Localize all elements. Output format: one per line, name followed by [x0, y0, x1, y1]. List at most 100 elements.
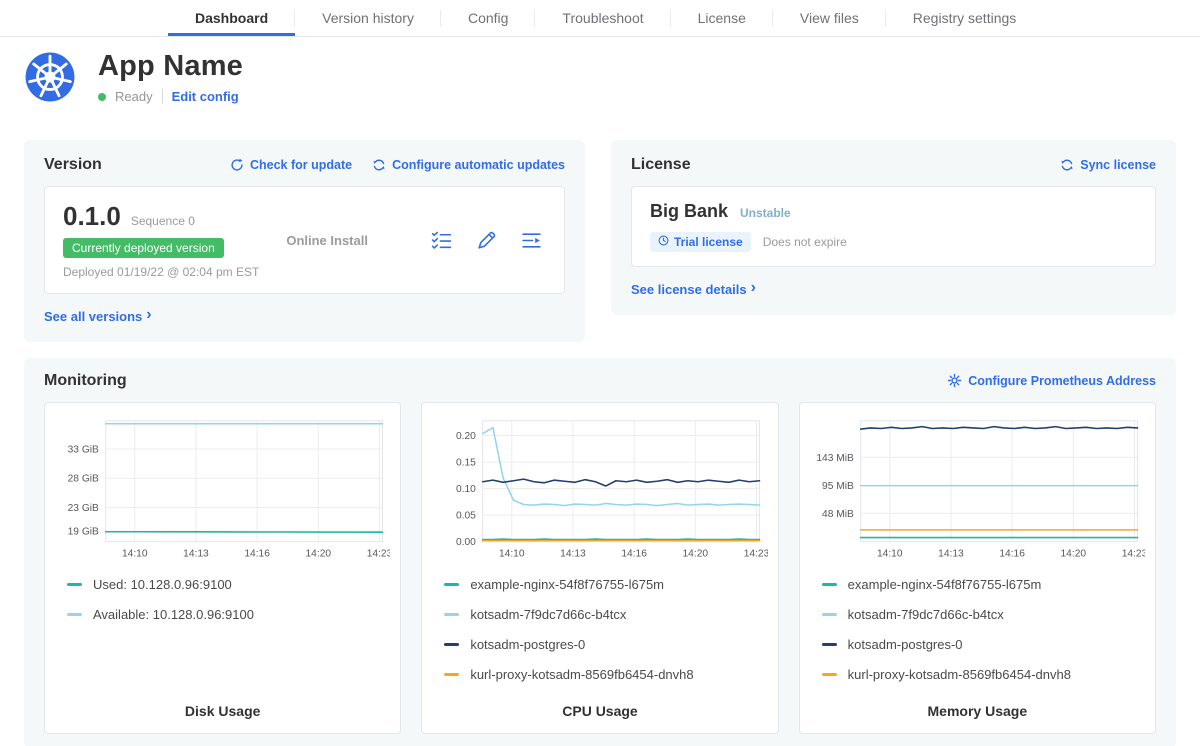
legend-item: kotsadm-postgres-0: [822, 637, 1145, 652]
app-header: App Name Ready Edit config: [0, 37, 1200, 116]
tab-license[interactable]: License: [671, 0, 773, 36]
legend-label: Used: 10.128.0.96:9100: [93, 577, 232, 592]
legend-label: kurl-proxy-kotsadm-8569fb6454-dnvh8: [470, 667, 693, 682]
svg-text:14:20: 14:20: [683, 548, 709, 559]
svg-text:28 GiB: 28 GiB: [68, 474, 99, 485]
legend-swatch-icon: [67, 583, 82, 586]
license-name: Big Bank: [650, 201, 728, 222]
license-card: License Sync license: [611, 140, 1176, 315]
tab-config[interactable]: Config: [441, 0, 535, 36]
legend-item: Available: 10.128.0.96:9100: [67, 607, 390, 622]
svg-text:0.00: 0.00: [456, 537, 476, 548]
svg-text:23 GiB: 23 GiB: [68, 503, 99, 514]
legend-swatch-icon: [67, 613, 82, 616]
svg-text:14:16: 14:16: [244, 548, 270, 559]
svg-text:14:20: 14:20: [1060, 548, 1086, 559]
legend-swatch-icon: [444, 583, 459, 586]
svg-text:143 MiB: 143 MiB: [816, 453, 854, 464]
page-title: App Name: [98, 50, 243, 83]
license-channel: Unstable: [740, 206, 791, 220]
tab-registry-settings[interactable]: Registry settings: [886, 0, 1043, 36]
svg-text:14:10: 14:10: [499, 548, 525, 559]
svg-text:0.20: 0.20: [456, 431, 476, 442]
license-card-title: License: [631, 156, 691, 174]
license-panel: Big Bank Unstable Trial license Does n: [631, 186, 1156, 267]
sync-license-link[interactable]: Sync license: [1060, 158, 1156, 172]
memory-usage-chart-card: 14:10 14:13 14:16 14:20 14:23 48 MiB 95 MiB 143…: [799, 402, 1156, 734]
legend-item: kotsadm-postgres-0: [444, 637, 767, 652]
version-actions: [431, 230, 546, 251]
legend-label: kotsadm-7f9dc7d66c-b4tcx: [848, 607, 1004, 622]
app-title-block: App Name Ready Edit config: [98, 50, 243, 104]
deployed-badge: Currently deployed version: [63, 238, 224, 258]
summary-cards-row: Version Check for update: [24, 140, 1176, 342]
legend-swatch-icon: [822, 643, 837, 646]
svg-text:14:10: 14:10: [877, 548, 903, 559]
svg-text:14:23: 14:23: [367, 548, 391, 559]
svg-text:14:16: 14:16: [999, 548, 1025, 559]
tab-dashboard[interactable]: Dashboard: [168, 0, 295, 36]
cpu-usage-chart-card: 14:1014:1314:1614:2014:230.000.050.100.1…: [421, 402, 778, 734]
legend-label: kurl-proxy-kotsadm-8569fb6454-dnvh8: [848, 667, 1071, 682]
svg-text:14:13: 14:13: [560, 548, 586, 559]
cpu-usage-chart: 14:1014:1314:1614:2014:230.000.050.100.1…: [432, 413, 767, 567]
legend-label: kotsadm-postgres-0: [470, 637, 585, 652]
disk-usage-legend: Used: 10.128.0.96:9100 Available: 10.128.…: [55, 577, 390, 622]
svg-text:19 GiB: 19 GiB: [68, 526, 99, 537]
memory-usage-chart: 14:10 14:13 14:16 14:20 14:23 48 MiB 95 MiB 143…: [810, 413, 1145, 567]
version-card-title: Version: [44, 156, 102, 174]
refresh-icon: [230, 158, 244, 172]
svg-text:95 MiB: 95 MiB: [822, 481, 854, 492]
legend-item: Used: 10.128.0.96:9100: [67, 577, 390, 592]
gear-icon: [947, 373, 962, 388]
svg-text:0.05: 0.05: [456, 510, 476, 521]
chart-title-disk: Disk Usage: [55, 693, 390, 719]
svg-text:14:16: 14:16: [622, 548, 648, 559]
tab-version-history[interactable]: Version history: [295, 0, 441, 36]
version-number: 0.1.0: [63, 201, 121, 232]
tab-view-files[interactable]: View files: [773, 0, 886, 36]
configure-prometheus-link[interactable]: Configure Prometheus Address: [947, 373, 1156, 388]
edit-config-link[interactable]: Edit config: [172, 89, 239, 104]
legend-swatch-icon: [444, 643, 459, 646]
svg-text:14:10: 14:10: [122, 548, 148, 559]
deploy-logs-icon[interactable]: [521, 230, 542, 251]
license-expiration: Does not expire: [763, 235, 847, 249]
legend-item: kurl-proxy-kotsadm-8569fb6454-dnvh8: [822, 667, 1145, 682]
status-badge: Ready: [115, 89, 153, 104]
svg-text:14:13: 14:13: [183, 548, 209, 559]
preflight-checks-icon[interactable]: [476, 230, 497, 251]
clock-icon: [658, 235, 669, 249]
legend-item: kotsadm-7f9dc7d66c-b4tcx: [444, 607, 767, 622]
monitoring-section: Monitoring Configure Prometheus Address …: [24, 358, 1176, 746]
legend-swatch-icon: [444, 673, 459, 676]
configure-automatic-updates-link[interactable]: Configure automatic updates: [372, 158, 565, 172]
monitoring-title: Monitoring: [44, 372, 127, 390]
legend-item: example-nginx-54f8f76755-l675m: [444, 577, 767, 592]
svg-text:33 GiB: 33 GiB: [68, 444, 99, 455]
sync-icon: [1060, 158, 1074, 172]
install-type-label: Online Install: [286, 233, 368, 248]
disk-usage-chart: 14:1014:1314:1614:2014:2319 GiB23 GiB28 …: [55, 413, 390, 567]
check-for-update-link[interactable]: Check for update: [230, 158, 352, 172]
deployed-timestamp: Deployed 01/19/22 @ 02:04 pm EST: [63, 265, 259, 279]
legend-swatch-icon: [822, 613, 837, 616]
memory-usage-legend: example-nginx-54f8f76755-l675mkotsadm-7f…: [810, 577, 1145, 682]
svg-text:14:13: 14:13: [938, 548, 964, 559]
legend-swatch-icon: [822, 583, 837, 586]
svg-text:0.10: 0.10: [456, 484, 476, 495]
current-version-panel: 0.1.0 Sequence 0 Currently deployed vers…: [44, 186, 565, 294]
app-status-row: Ready Edit config: [98, 89, 243, 104]
svg-text:48 MiB: 48 MiB: [822, 509, 854, 520]
svg-text:14:23: 14:23: [1121, 548, 1145, 559]
kubernetes-logo-icon: [24, 51, 76, 103]
legend-item: kurl-proxy-kotsadm-8569fb6454-dnvh8: [444, 667, 767, 682]
svg-text:14:23: 14:23: [744, 548, 768, 559]
disk-usage-chart-card: 14:1014:1314:1614:2014:2319 GiB23 GiB28 …: [44, 402, 401, 734]
legend-label: kotsadm-7f9dc7d66c-b4tcx: [470, 607, 626, 622]
see-license-details-link[interactable]: See license details ›: [631, 281, 756, 297]
see-all-versions-link[interactable]: See all versions ›: [44, 308, 152, 324]
release-notes-icon[interactable]: [431, 230, 452, 251]
tab-troubleshoot[interactable]: Troubleshoot: [535, 0, 670, 36]
legend-swatch-icon: [822, 673, 837, 676]
